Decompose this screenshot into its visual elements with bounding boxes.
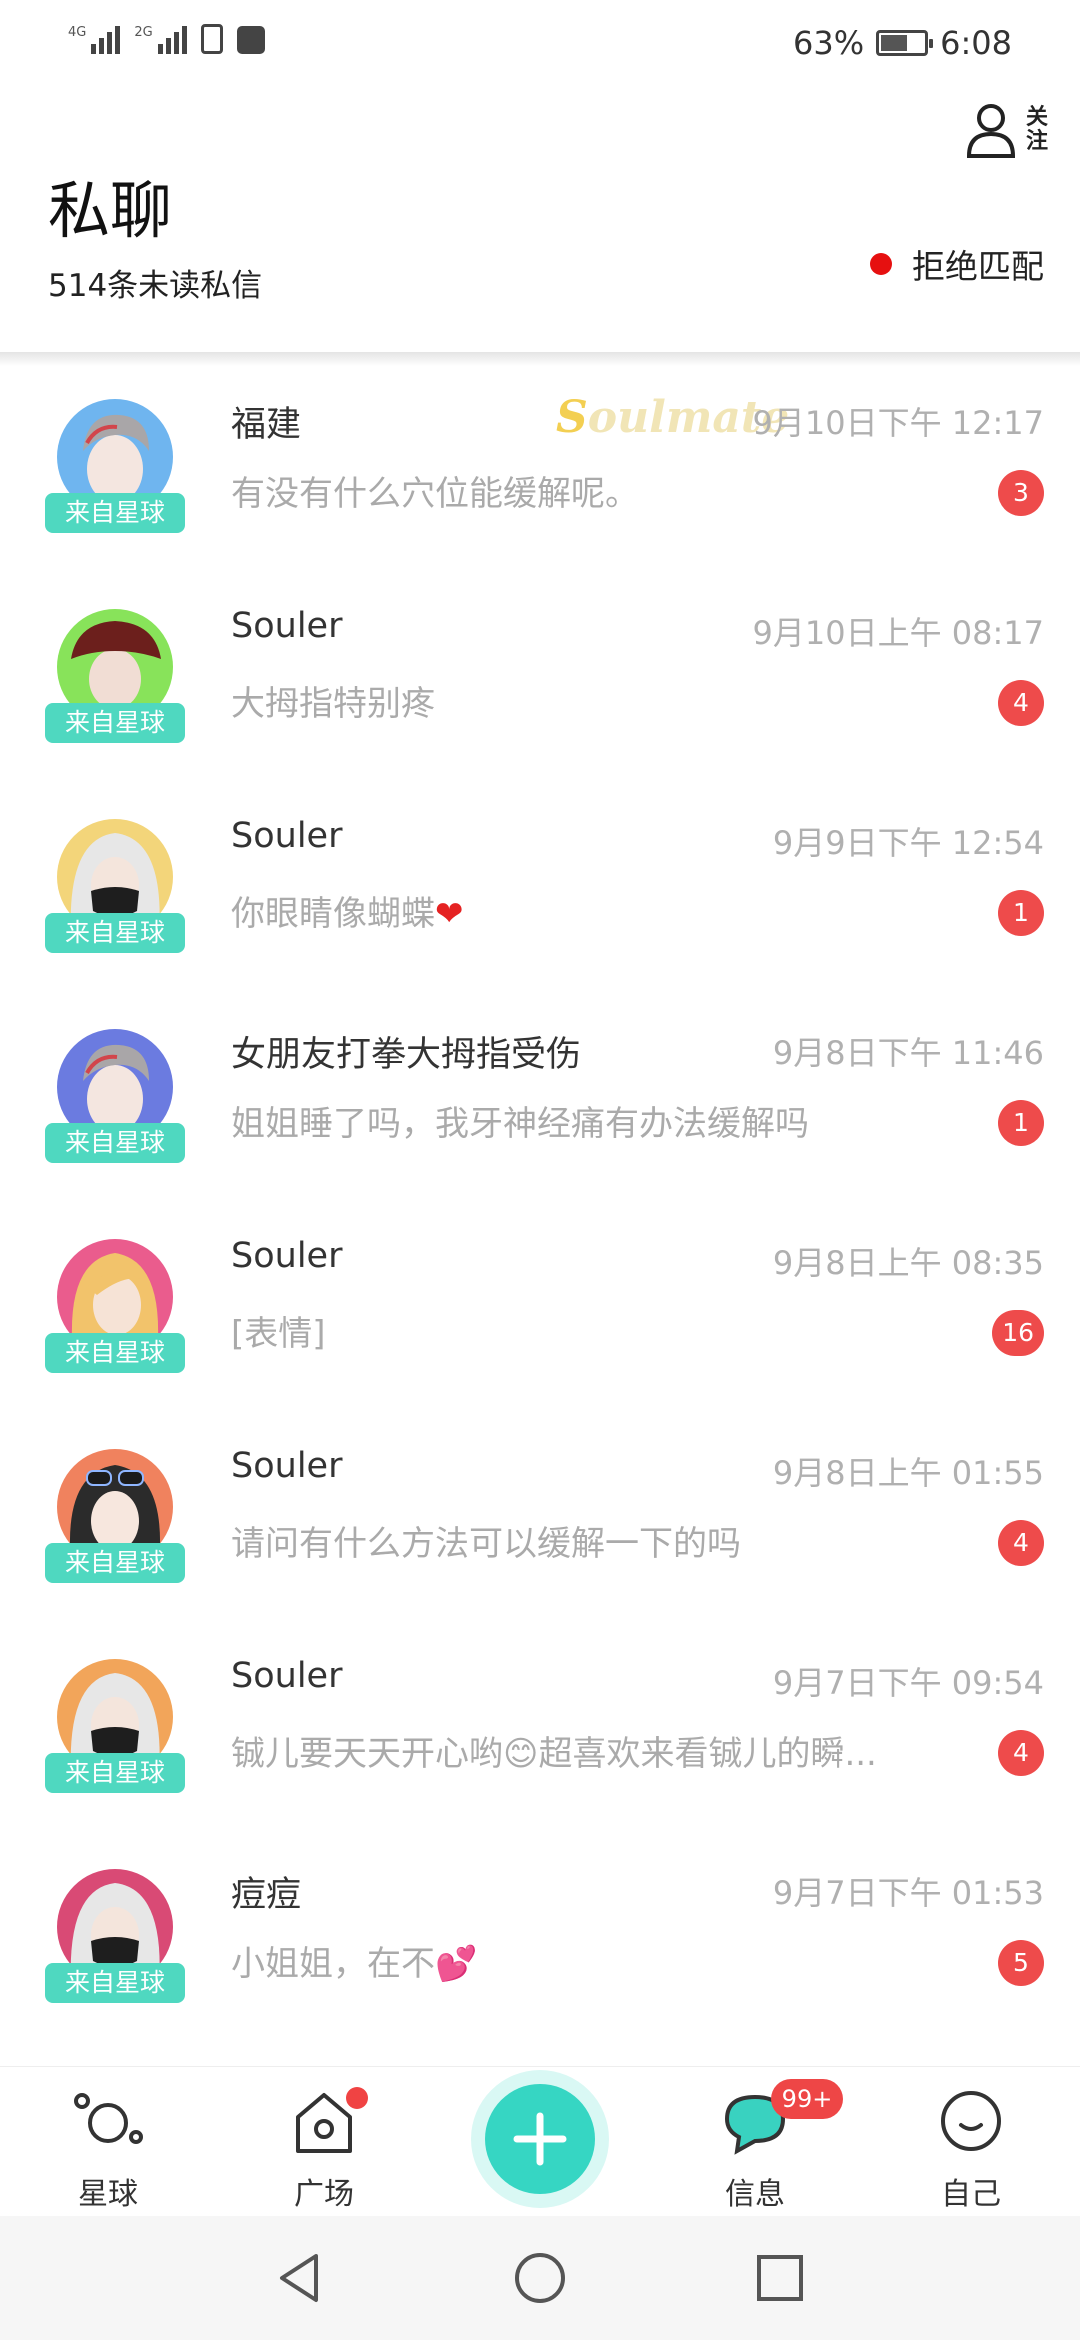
smile-face-icon	[941, 2091, 1001, 2151]
origin-badge: 来自星球	[45, 1543, 185, 1583]
reject-match-toggle[interactable]: 拒绝匹配	[870, 240, 1044, 288]
system-nav-bar	[0, 2216, 1080, 2340]
tab-label: 广场	[294, 2177, 354, 2212]
avatar[interactable]: 来自星球	[45, 819, 185, 969]
origin-badge: 来自星球	[45, 1753, 185, 1793]
unread-badge: 16	[992, 1310, 1044, 1356]
tab-label: 星球	[78, 2177, 138, 2212]
vibrate-icon	[200, 24, 223, 54]
contact-name: 痘痘	[231, 1875, 302, 1915]
signal-icon: 4G	[68, 25, 121, 54]
conversation-row[interactable]: 来自星球 Soulmate 福建 9月10日下午 12:17 有没有什么穴位能缓…	[0, 356, 1080, 566]
tab-messages[interactable]: 99+ 信息	[675, 2077, 843, 2217]
message-time: 9月8日上午 08:35	[772, 1244, 1044, 1282]
recents-icon[interactable]	[748, 2246, 812, 2310]
pink-hearts-emoji-icon: 💕	[435, 1944, 478, 1984]
message-preview: [表情]	[231, 1314, 326, 1354]
origin-badge: 来自星球	[45, 493, 185, 533]
message-time: 9月8日上午 01:55	[772, 1454, 1044, 1492]
status-icons-right: 63% 6:08	[793, 24, 1012, 62]
unread-badge: 5	[998, 1940, 1044, 1986]
message-time: 9月7日下午 09:54	[772, 1664, 1044, 1702]
signal-type-label: 4G	[68, 25, 87, 40]
message-time: 9月8日下午 11:46	[772, 1034, 1044, 1072]
unread-badge: 4	[998, 1520, 1044, 1566]
person-icon	[966, 104, 1016, 158]
conversation-row[interactable]: 来自星球 Souler 9月7日下午 09:54 铖儿要天天开心哟😊超喜欢来看铖…	[0, 1616, 1080, 1826]
heart-emoji-icon: ❤	[435, 894, 464, 934]
origin-badge: 来自星球	[45, 1123, 185, 1163]
unread-count-badge: 99+	[771, 2079, 843, 2119]
tab-label: 信息	[725, 2177, 785, 2212]
message-preview: 小姐姐，在不💕	[231, 1944, 478, 1984]
avatar[interactable]: 来自星球	[45, 609, 185, 759]
unread-badge: 1	[998, 890, 1044, 936]
clock: 6:08	[940, 24, 1012, 62]
notification-icon	[236, 26, 265, 54]
unread-summary: 514条未读私信	[48, 268, 263, 304]
unread-badge: 1	[998, 1100, 1044, 1146]
home-icon[interactable]	[508, 2246, 572, 2310]
avatar[interactable]: 来自星球	[45, 1239, 185, 1389]
origin-badge: 来自星球	[45, 703, 185, 743]
unread-badge: 4	[998, 680, 1044, 726]
add-post-button[interactable]	[471, 2070, 609, 2208]
contact-name: 福建	[231, 405, 302, 445]
message-preview: 铖儿要天天开心哟😊超喜欢来看铖儿的瞬...	[231, 1734, 877, 1774]
battery-icon	[876, 30, 934, 56]
tab-square[interactable]: 广场	[244, 2077, 404, 2217]
message-preview: 大拇指特别疼	[231, 684, 435, 724]
page-title: 私聊	[48, 174, 173, 247]
message-preview: 姐姐睡了吗，我牙神经痛有办法缓解吗	[231, 1104, 809, 1144]
battery-percent: 63%	[793, 24, 865, 62]
message-time: 9月7日下午 01:53	[772, 1874, 1044, 1912]
conversation-row[interactable]: 来自星球 女朋友打拳大拇指受伤 9月8日下午 11:46 姐姐睡了吗，我牙神经痛…	[0, 986, 1080, 1196]
contact-name: Souler	[231, 1656, 343, 1696]
tab-label: 自己	[941, 2177, 1001, 2212]
avatar[interactable]: 来自星球	[45, 1659, 185, 1809]
back-icon[interactable]	[268, 2246, 332, 2310]
signal-type-label: 2G	[134, 25, 153, 40]
planet-icon	[74, 2093, 143, 2144]
avatar[interactable]: 来自星球	[45, 399, 185, 549]
avatar[interactable]: 来自星球	[45, 1029, 185, 1179]
contact-name: Souler	[231, 606, 343, 646]
message-time: 9月10日上午 08:17	[752, 614, 1044, 652]
plus-icon	[513, 2112, 567, 2166]
message-preview: 你眼睛像蝴蝶❤	[231, 894, 464, 934]
contact-name: Souler	[231, 816, 343, 856]
origin-badge: 来自星球	[45, 913, 185, 953]
tab-planet[interactable]: 星球	[28, 2077, 188, 2217]
contact-name: Souler	[231, 1236, 343, 1276]
message-preview: 请问有什么方法可以缓解一下的吗	[231, 1524, 741, 1564]
signal-icon: 2G	[134, 25, 187, 54]
unread-badge: 4	[998, 1730, 1044, 1776]
red-dot-icon	[870, 253, 892, 275]
origin-badge: 来自星球	[45, 1333, 185, 1373]
notification-dot	[346, 2087, 368, 2109]
avatar[interactable]: 来自星球	[45, 1869, 185, 2019]
follow-label: 关注	[1026, 105, 1049, 154]
conversation-row[interactable]: 来自星球 Souler 9月10日上午 08:17 大拇指特别疼 4	[0, 566, 1080, 776]
origin-badge: 来自星球	[45, 1963, 185, 2003]
avatar[interactable]: 来自星球	[45, 1449, 185, 1599]
conversation-row[interactable]: 来自星球 Souler 9月9日下午 12:54 你眼睛像蝴蝶❤ 1	[0, 776, 1080, 986]
conversation-row[interactable]: 来自星球 Souler 9月8日上午 08:35 [表情] 16	[0, 1196, 1080, 1406]
unread-badge: 3	[998, 470, 1044, 516]
header: 关注 私聊 514条未读私信 拒绝匹配	[0, 90, 1080, 352]
follow-button[interactable]: 关注	[966, 102, 1050, 158]
reject-match-label: 拒绝匹配	[912, 247, 1044, 286]
message-time: 9月9日下午 12:54	[772, 824, 1044, 862]
conversation-list[interactable]: 来自星球 Soulmate 福建 9月10日下午 12:17 有没有什么穴位能缓…	[0, 356, 1080, 2036]
status-icons-left: 4G 2G	[68, 24, 265, 54]
conversation-row[interactable]: 来自星球 痘痘 9月7日下午 01:53 小姐姐，在不💕 5	[0, 1826, 1080, 2036]
message-time: 9月10日下午 12:17	[752, 404, 1044, 442]
tab-me[interactable]: 自己	[891, 2077, 1051, 2217]
contact-name: 女朋友打拳大拇指受伤	[231, 1035, 582, 1075]
conversation-row[interactable]: 来自星球 Souler 9月8日上午 01:55 请问有什么方法可以缓解一下的吗…	[0, 1406, 1080, 1616]
contact-name: Souler	[231, 1446, 343, 1486]
message-preview: 有没有什么穴位能缓解呢。	[231, 474, 639, 514]
status-bar: 4G 2G 63% 6:08	[0, 0, 1080, 90]
